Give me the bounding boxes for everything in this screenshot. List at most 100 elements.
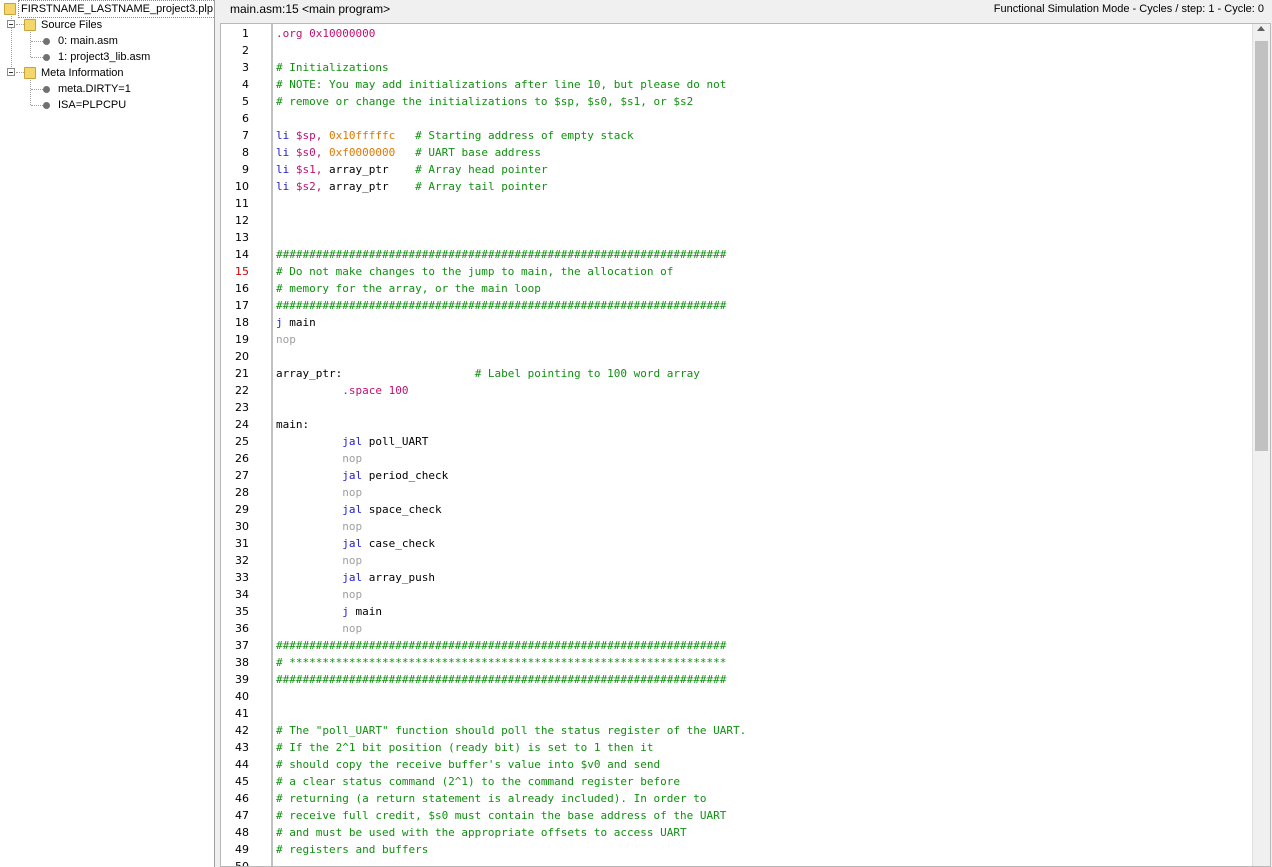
code-token: # UART base address [415, 146, 541, 159]
collapse-icon[interactable] [7, 20, 15, 28]
code-line[interactable]: nop [276, 450, 362, 467]
cursor-location: main.asm:15 <main program> [230, 2, 391, 16]
code-line[interactable]: # The "poll_UART" function should poll t… [276, 722, 746, 739]
project-tree[interactable]: FIRSTNAME_LASTNAME_project3.plp Source F… [0, 0, 215, 867]
tree-source-files[interactable]: Source Files [24, 17, 104, 33]
code-line[interactable]: ########################################… [276, 297, 726, 314]
line-number: 16 [235, 282, 249, 295]
tree-meta-item[interactable]: ISA=PLPCPU [43, 97, 128, 113]
code-line[interactable]: # NOTE: You may add initializations afte… [276, 76, 726, 93]
code-line[interactable]: # registers and buffers [276, 841, 428, 858]
code-line[interactable]: ########################################… [276, 671, 726, 688]
code-token: # registers and buffers [276, 843, 429, 856]
line-number: 35 [235, 605, 249, 618]
code-line[interactable]: # and must be used with the appropriate … [276, 824, 687, 841]
tree-file-item[interactable]: 0: main.asm [43, 33, 120, 49]
code-line[interactable]: jal array_push [276, 569, 435, 586]
code-line[interactable]: # Do not make changes to the jump to mai… [276, 263, 673, 280]
meta-item-label[interactable]: meta.DIRTY=1 [56, 81, 133, 97]
code-line[interactable]: # **************************************… [276, 654, 726, 671]
code-line[interactable]: # remove or change the initializations t… [276, 93, 693, 110]
code-line[interactable]: # memory for the array, or the main loop [276, 280, 541, 297]
tree-line [16, 24, 24, 25]
code-line[interactable]: nop [276, 331, 296, 348]
file-label[interactable]: 1: project3_lib.asm [56, 49, 152, 65]
folder-icon [24, 67, 36, 79]
code-line[interactable]: # returning (a return statement is alrea… [276, 790, 706, 807]
code-line[interactable]: j main [276, 314, 316, 331]
code-token: jal [342, 435, 369, 448]
tree-line [31, 57, 43, 58]
scroll-up-icon[interactable] [1257, 26, 1265, 31]
code-token: jal [342, 503, 369, 516]
code-line[interactable]: # If the 2^1 bit position (ready bit) is… [276, 739, 654, 756]
source-files-label[interactable]: Source Files [39, 17, 104, 33]
code-line[interactable]: # receive full credit, $s0 must contain … [276, 807, 726, 824]
code-line[interactable]: .space 100 [276, 382, 408, 399]
project-name[interactable]: FIRSTNAME_LASTNAME_project3.plp [18, 0, 214, 18]
scrollbar-thumb[interactable] [1255, 41, 1268, 451]
code-token: period_check [368, 469, 449, 482]
code-token: 0x10fffffc [329, 129, 396, 142]
tree-line [31, 105, 43, 106]
code-token: nop [342, 622, 363, 635]
tree-file-item[interactable]: 1: project3_lib.asm [43, 49, 152, 65]
code-line[interactable]: li $s2, array_ptr # Array tail pointer [276, 178, 548, 195]
code-token: # Array head pointer [415, 163, 548, 176]
code-line[interactable]: # should copy the receive buffer's value… [276, 756, 660, 773]
meta-bullet-icon [43, 85, 50, 93]
code-line[interactable]: ########################################… [276, 246, 726, 263]
code-line[interactable]: li $sp, 0x10fffffc # Starting address of… [276, 127, 634, 144]
tree-meta-information[interactable]: Meta Information [24, 65, 126, 81]
line-number: 50 [235, 860, 249, 867]
meta-item-label[interactable]: ISA=PLPCPU [56, 97, 128, 113]
code-line[interactable]: jal period_check [276, 467, 448, 484]
code-editor[interactable]: 1 2 3 4 5 6 7 8 9 10 11 12 13 14 15 16 17 18 19 20 21 22 23 24 2… [220, 23, 1271, 867]
vertical-scrollbar[interactable] [1252, 24, 1270, 866]
meta-label[interactable]: Meta Information [39, 65, 126, 81]
line-number: 12 [235, 214, 249, 227]
code-line[interactable]: nop [276, 586, 362, 603]
code-token: ########################################… [276, 673, 727, 686]
code-line[interactable]: # a clear status command (2^1) to the co… [276, 773, 680, 790]
code-line[interactable]: .org 0x10000000 [276, 25, 375, 42]
code-token: $s0, [295, 146, 329, 159]
file-bullet-icon [43, 53, 50, 61]
code-token: nop [342, 588, 363, 601]
code-line[interactable]: nop [276, 484, 362, 501]
tree-line [31, 41, 43, 42]
code-line[interactable]: jal poll_UART [276, 433, 428, 450]
line-number: 21 [235, 367, 249, 380]
line-number: 14 [235, 248, 249, 261]
code-line[interactable]: nop [276, 620, 362, 637]
tree-project-node[interactable]: FIRSTNAME_LASTNAME_project3.plp [4, 0, 214, 18]
code-token: li [276, 129, 296, 142]
code-line[interactable]: main: [276, 416, 309, 433]
code-token: # Label pointing to 100 word array [474, 367, 700, 380]
code-line[interactable]: nop [276, 552, 362, 569]
code-line[interactable]: li $s0, 0xf0000000 # UART base address [276, 144, 541, 161]
code-line[interactable]: jal space_check [276, 501, 441, 518]
collapse-icon[interactable] [7, 68, 15, 76]
code-line[interactable]: li $s1, array_ptr # Array head pointer [276, 161, 548, 178]
code-token: jal [342, 469, 369, 482]
code-line[interactable]: # Initializations [276, 59, 389, 76]
code-line[interactable]: jal case_check [276, 535, 435, 552]
code-token: nop [342, 520, 363, 533]
code-line[interactable]: nop [276, 518, 362, 535]
code-token: # **************************************… [276, 656, 727, 669]
code-line[interactable]: j main [276, 603, 382, 620]
file-label[interactable]: 0: main.asm [56, 33, 120, 49]
code-line[interactable]: ########################################… [276, 637, 726, 654]
code-token: # The "poll_UART" function should poll t… [276, 724, 747, 737]
code-area[interactable]: .org 0x10000000 # Initializations # NOTE: … [276, 24, 1252, 866]
code-line[interactable]: array_ptr: # Label pointing to 100 word … [276, 365, 700, 382]
tree-line [31, 89, 43, 90]
line-number: 3 [242, 61, 249, 74]
tree-meta-item[interactable]: meta.DIRTY=1 [43, 81, 133, 97]
